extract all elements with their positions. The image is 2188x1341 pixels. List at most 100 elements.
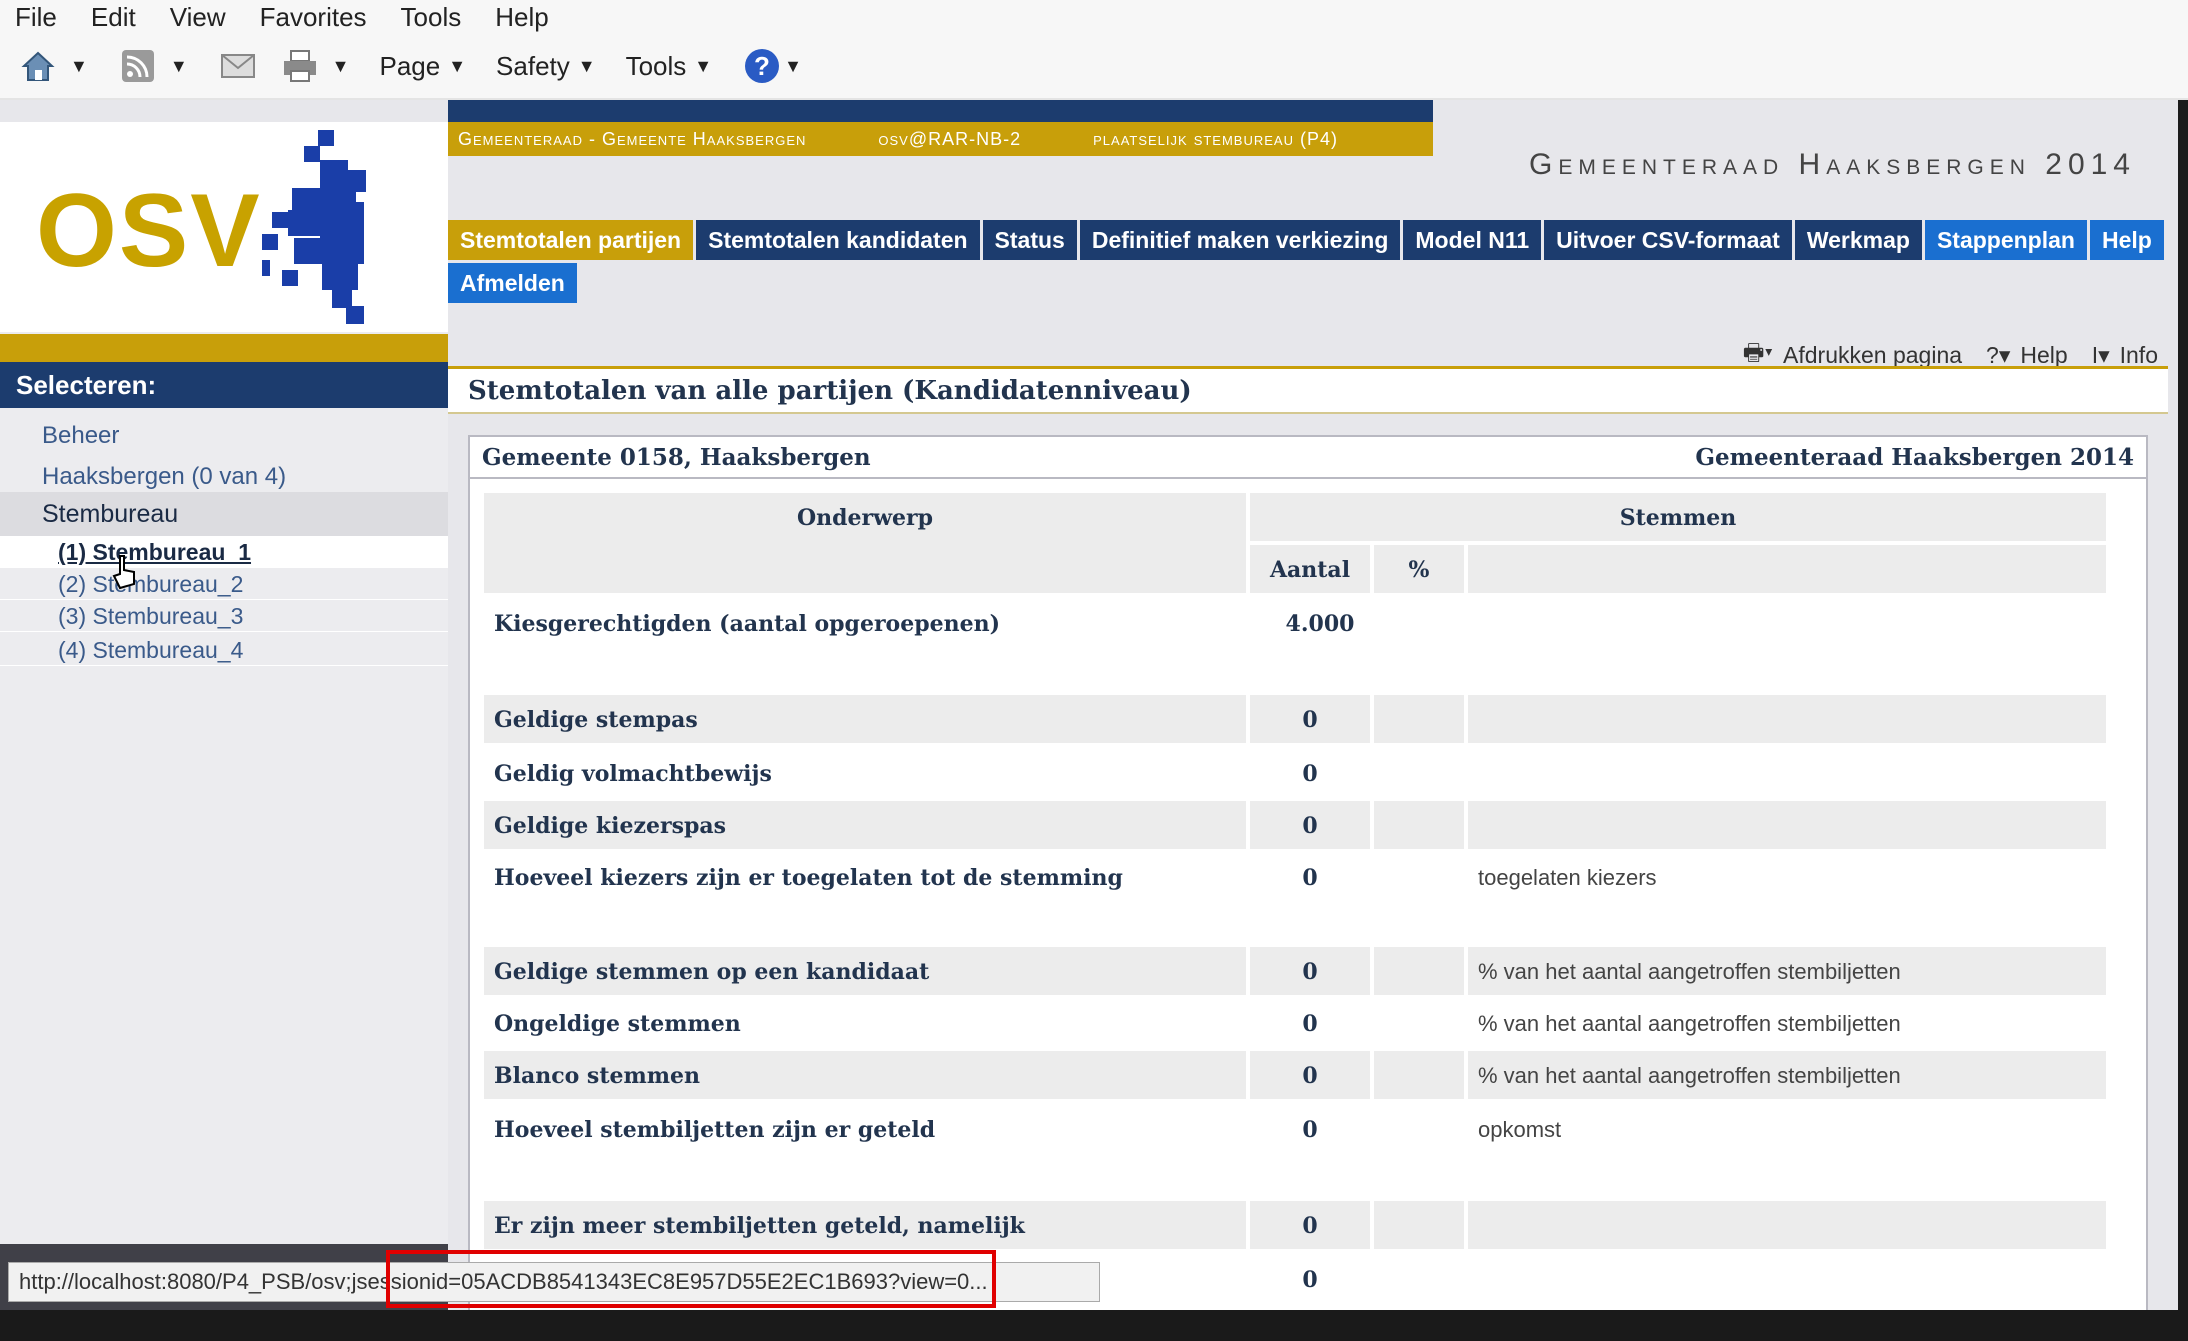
- tab-werkmap[interactable]: Werkmap: [1794, 220, 1922, 260]
- row-note: opkomst: [1478, 1117, 1562, 1142]
- chevron-down-icon[interactable]: ▼: [70, 56, 88, 77]
- menu-tools[interactable]: Tools: [401, 2, 462, 33]
- sidebar-item-stembureau-3[interactable]: (3) Stembureau_3: [0, 600, 448, 632]
- logout-button[interactable]: Afmelden: [448, 263, 577, 303]
- row-label: Kiesgerechtigden (aantal opgeroepenen): [494, 611, 1000, 637]
- row-value: 0: [1302, 813, 1318, 839]
- chevron-down-icon[interactable]: ▼: [784, 56, 802, 77]
- column-header-stemmen: Stemmen: [1619, 505, 1737, 531]
- help-link[interactable]: Help: [2020, 342, 2067, 369]
- tab-uitvoer-csv[interactable]: Uitvoer CSV-formaat: [1544, 220, 1792, 260]
- chevron-down-icon[interactable]: ▼: [332, 56, 350, 77]
- row-note: % van het aantal aangetroffen stembiljet…: [1478, 1011, 1901, 1036]
- tab-stappenplan[interactable]: Stappenplan: [1924, 220, 2087, 260]
- print-icon[interactable]: [280, 46, 320, 86]
- sidebar-item-stembureau-2[interactable]: (2) Stembureau_2: [0, 568, 448, 600]
- menu-edit[interactable]: Edit: [91, 2, 136, 33]
- row-bg: [1468, 695, 2106, 743]
- context-role: plaatselijk stembureau (P4): [1093, 128, 1338, 149]
- browser-menubar: File Edit View Favorites Tools Help: [0, 0, 2188, 34]
- row-bg: [1374, 1201, 1464, 1249]
- row-bg: [1374, 801, 1464, 849]
- info-link[interactable]: Info: [2120, 342, 2158, 369]
- row-value: 4.000: [1285, 611, 1355, 637]
- browser-command-bar: ▼ ▼ ▼ Page ▼ Safety ▼ Tools ▼ ? ▼: [0, 34, 2188, 100]
- logout-row: Afmelden: [448, 263, 580, 303]
- row-bg: [1374, 1051, 1464, 1099]
- context-election: Gemeenteraad - Gemeente Haaksbergen: [458, 128, 807, 149]
- menu-favorites[interactable]: Favorites: [260, 2, 367, 33]
- tab-status[interactable]: Status: [982, 220, 1077, 260]
- column-header-onderwerp: Onderwerp: [796, 505, 934, 531]
- home-icon[interactable]: [18, 46, 58, 86]
- row-label: Er zijn meer stembiljetten geteld, namel…: [494, 1213, 1025, 1239]
- menu-file[interactable]: File: [15, 2, 57, 33]
- column-header-aantal: Aantal: [1269, 557, 1351, 583]
- mail-icon[interactable]: [218, 46, 258, 86]
- row-value: 0: [1302, 1267, 1318, 1293]
- row-bg: [1374, 695, 1464, 743]
- row-value: 0: [1302, 1011, 1318, 1037]
- row-note: % van het aantal aangetroffen stembiljet…: [1478, 1063, 1901, 1088]
- row-label: Ongeldige stemmen: [494, 1011, 741, 1037]
- page-title: Stemtotalen van alle partijen (Kandidate…: [448, 366, 2168, 414]
- row-value: 0: [1302, 1213, 1318, 1239]
- screen: File Edit View Favorites Tools Help ▼ ▼ …: [0, 0, 2188, 1341]
- sidebar-item-beheer[interactable]: Beheer: [0, 422, 448, 450]
- info-icon[interactable]: I▾: [2092, 342, 2110, 369]
- red-highlight-box: [386, 1250, 996, 1308]
- tab-stemtotalen-partijen[interactable]: Stemtotalen partijen: [448, 220, 694, 260]
- panel-municipality: Gemeente 0158, Haaksbergen: [482, 444, 871, 471]
- row-label: Geldig volmachtbewijs: [494, 761, 772, 787]
- row-bg: [1374, 947, 1464, 995]
- safety-menu-button[interactable]: Safety ▼: [496, 51, 596, 82]
- page-menu-button[interactable]: Page ▼: [379, 51, 466, 82]
- sidebar-item-stembureau-4[interactable]: (4) Stembureau_4: [0, 634, 448, 666]
- help-icon[interactable]: ?: [742, 46, 782, 86]
- menu-view[interactable]: View: [170, 2, 226, 33]
- row-value: 0: [1302, 761, 1318, 787]
- sidebar-item-stembureau-1[interactable]: (1) Stembureau_1: [0, 536, 448, 568]
- row-bg: [1468, 1201, 2106, 1249]
- sidebar-item-haaksbergen[interactable]: Haaksbergen (0 van 4): [0, 463, 448, 491]
- window-edge: [2178, 100, 2188, 1310]
- row-note: toegelaten kiezers: [1478, 865, 1657, 890]
- context-info: Gemeenteraad - Gemeente Haaksbergen osv@…: [448, 122, 1433, 156]
- taskbar-strip: [0, 1310, 2188, 1341]
- row-label: Blanco stemmen: [494, 1063, 701, 1089]
- panel-header: Gemeente 0158, Haaksbergen Gemeenteraad …: [470, 437, 2146, 479]
- row-value: 0: [1302, 707, 1318, 733]
- row-value: 0: [1302, 1063, 1318, 1089]
- question-icon[interactable]: ?▾: [1986, 342, 2010, 369]
- row-value: 0: [1302, 959, 1318, 985]
- main-content: Gemeenteraad - Gemeente Haaksbergen osv@…: [448, 100, 2178, 1335]
- rss-feed-icon[interactable]: [118, 46, 158, 86]
- tab-stemtotalen-kandidaten[interactable]: Stemtotalen kandidaten: [696, 220, 980, 260]
- tab-definitief-maken[interactable]: Definitief maken verkiezing: [1079, 220, 1401, 260]
- header-blank-bg: [1468, 545, 2106, 593]
- column-header-percent: %: [1408, 557, 1430, 583]
- print-page-link[interactable]: Afdrukken pagina: [1783, 342, 1962, 369]
- sidebar-group-stembureau[interactable]: Stembureau: [0, 492, 448, 536]
- results-panel: Gemeente 0158, Haaksbergen Gemeenteraad …: [468, 435, 2148, 1335]
- chevron-down-icon[interactable]: ▼: [170, 56, 188, 77]
- svg-text:?: ?: [754, 51, 770, 81]
- row-label: Geldige kiezerspas: [494, 813, 727, 839]
- tools-menu-button[interactable]: Tools ▼: [626, 51, 713, 82]
- logo-area: OSV: [0, 122, 448, 332]
- sidebar: OSV Selecteren: Beheer Haaksbergen (0 va…: [0, 122, 448, 1312]
- row-label: Geldige stemmen op een kandidaat: [494, 959, 930, 985]
- app-area: OSV Selecteren: Beheer Haaksbergen (0 va…: [0, 100, 2178, 1335]
- context-bar: Gemeenteraad - Gemeente Haaksbergen osv@…: [448, 100, 1433, 156]
- hand-cursor-icon: [112, 555, 135, 590]
- tab-model-n11[interactable]: Model N11: [1403, 220, 1542, 260]
- main-nav: Stemtotalen partijen Stemtotalen kandida…: [448, 220, 2167, 260]
- tab-help[interactable]: Help: [2089, 220, 2164, 260]
- row-note: % van het aantal aangetroffen stembiljet…: [1478, 959, 1901, 984]
- osv-logo-text: OSV: [36, 173, 262, 289]
- row-label: Geldige stempas: [494, 707, 698, 733]
- row-bg: [1468, 801, 2106, 849]
- menu-help[interactable]: Help: [495, 2, 548, 33]
- sidebar-gold-strip: [0, 334, 448, 362]
- row-label: Hoeveel stembiljetten zijn er geteld: [494, 1117, 936, 1143]
